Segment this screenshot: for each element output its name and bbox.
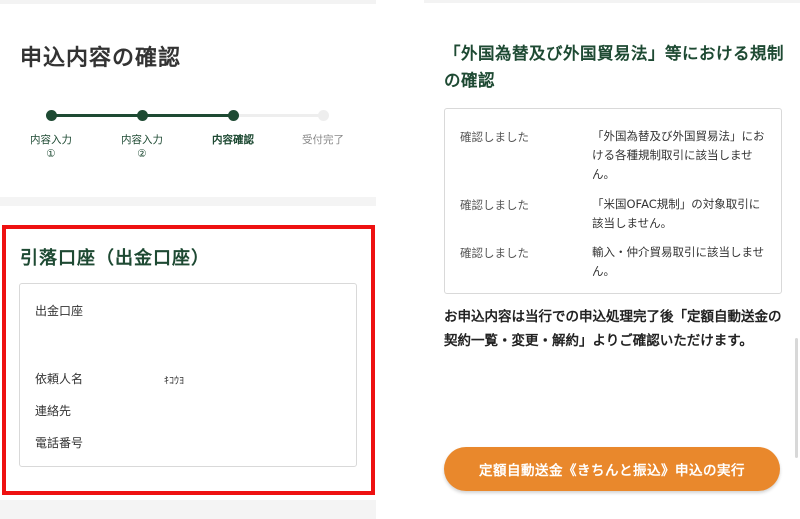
screen: 申込内容の確認 内容入力 ① 内容入力 ② 内容確認 受付完了 引落口座（出金口座 <box>0 0 800 519</box>
regulation-text: 「米国OFAC規制」の対象取引に該当しません。 <box>592 197 761 230</box>
regulation-text: 輸入・仲介貿易取引に該当しません。 <box>592 245 765 278</box>
step-1: 内容入力 ① <box>6 104 96 161</box>
bottom-band <box>0 500 376 519</box>
execute-application-button[interactable]: 定額自動送金《きちんと振込》申込の実行 <box>444 447 780 491</box>
step-dot <box>45 110 57 121</box>
step-dot <box>136 110 148 121</box>
regulation-section-title: 「外国為替及び外国貿易法」等における規制の確認 <box>444 44 784 90</box>
step-label: 内容確認 <box>212 134 254 146</box>
regulation-card: 確認しました 「外国為替及び外国貿易法」における各種規制取引に該当しません。 確… <box>444 108 782 294</box>
regulation-status: 確認しました <box>460 130 529 144</box>
step-2: 内容入力 ② <box>97 104 187 161</box>
step-label: 内容入力 ② <box>121 134 163 160</box>
section-divider <box>0 197 376 206</box>
step-dot <box>227 110 239 121</box>
top-band <box>0 0 376 4</box>
progress-stepper: 内容入力 ① 内容入力 ② 内容確認 受付完了 <box>0 104 376 174</box>
top-band <box>424 0 800 3</box>
step-dot <box>317 110 329 121</box>
right-panel: 「外国為替及び外国貿易法」等における規制の確認 確認しました 「外国為替及び外国… <box>424 0 800 519</box>
step-3-current: 内容確認 <box>188 104 278 147</box>
red-highlight-box <box>2 225 375 495</box>
confirmation-note: お申込内容は当行での申込処理完了後「定額自動送金の契約一覧・変更・解約」よりご確… <box>444 309 782 349</box>
step-4: 受付完了 <box>278 104 368 147</box>
step-label: 内容入力 ① <box>30 134 72 160</box>
left-panel: 申込内容の確認 内容入力 ① 内容入力 ② 内容確認 受付完了 引落口座（出金口座 <box>0 0 376 519</box>
scrollbar-thumb[interactable] <box>795 338 798 458</box>
regulation-text: 「外国為替及び外国貿易法」における各種規制取引に該当しません。 <box>592 129 765 181</box>
page-title: 申込内容の確認 <box>20 46 182 71</box>
regulation-status: 確認しました <box>460 198 529 212</box>
step-label: 受付完了 <box>302 134 344 146</box>
regulation-status: 確認しました <box>460 246 529 260</box>
